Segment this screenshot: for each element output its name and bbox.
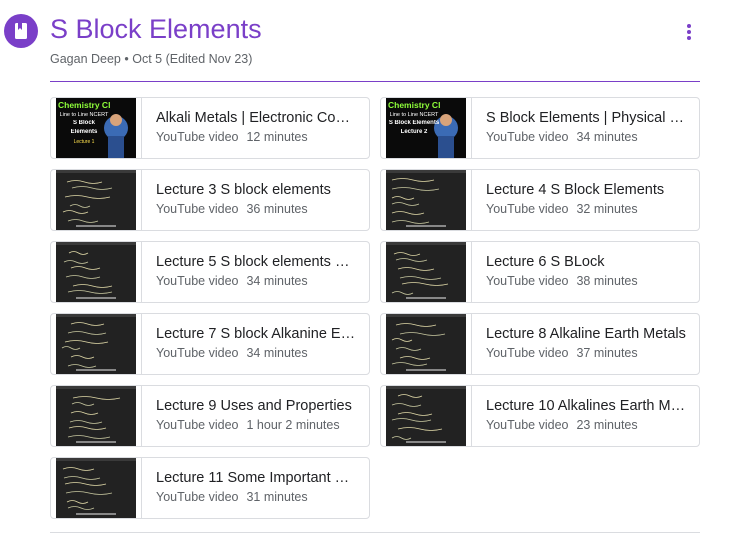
material-type: YouTube video (156, 130, 239, 144)
card-divider (141, 98, 142, 158)
material-card[interactable]: Lecture 10 Alkalines Earth Metals YouTube… (380, 385, 700, 447)
material-title[interactable]: Lecture 5 S block elements and compounds (156, 254, 356, 270)
material-type: YouTube video (156, 490, 239, 504)
thumbnail-text: Line to Line NCERT (389, 112, 439, 118)
footer-divider (50, 532, 700, 533)
material-title[interactable]: Lecture 8 Alkaline Earth Metals (486, 326, 686, 342)
material-subtitle: YouTube video 38 minutes (486, 274, 638, 288)
material-title[interactable]: Lecture 6 S BLock (486, 254, 686, 270)
card-divider (141, 458, 142, 518)
material-card[interactable]: Lecture 11 Some Important Compounds YouTu… (50, 457, 370, 519)
video-thumbnail[interactable] (386, 242, 466, 302)
thumbnail-text: S Block Elements (388, 120, 440, 126)
video-thumbnail[interactable]: Chemistry Class 11th Line to Line NCERT S … (386, 98, 466, 158)
thumbnail-text: Elements (70, 129, 98, 135)
material-card[interactable]: Lecture 4 S Block Elements YouTube video 3… (380, 169, 700, 231)
material-type: YouTube video (156, 202, 239, 216)
video-thumbnail[interactable] (56, 458, 136, 518)
material-subtitle: YouTube video 12 minutes (156, 130, 308, 144)
material-subtitle: YouTube video 32 minutes (486, 202, 638, 216)
card-divider (471, 170, 472, 230)
material-duration: 36 minutes (246, 202, 308, 216)
more-vert-icon-dot (687, 36, 691, 40)
material-duration: 12 minutes (246, 130, 308, 144)
material-subtitle: YouTube video 36 minutes (156, 202, 308, 216)
material-subtitle: YouTube video 37 minutes (486, 346, 638, 360)
card-divider (471, 98, 472, 158)
assignment-badge (4, 14, 38, 48)
video-thumbnail[interactable] (386, 170, 466, 230)
card-divider (141, 242, 142, 302)
material-title[interactable]: Alkali Metals | Electronic Configuration (156, 110, 356, 126)
video-thumbnail[interactable] (56, 242, 136, 302)
video-thumbnail[interactable] (386, 386, 466, 446)
book-icon (15, 23, 27, 39)
material-title[interactable]: Lecture 7 S block Alkanine Earth Metals (156, 326, 356, 342)
video-thumbnail[interactable] (56, 386, 136, 446)
material-subtitle: YouTube video 31 minutes (156, 490, 308, 504)
material-type: YouTube video (156, 274, 239, 288)
card-divider (471, 242, 472, 302)
material-card[interactable]: Chemistry Class 11th Line to Line NCERT S … (50, 97, 370, 159)
more-vert-icon-dot (687, 30, 691, 34)
material-title[interactable]: Lecture 9 Uses and Properties (156, 398, 356, 414)
material-card[interactable]: Lecture 3 S block elements YouTube video 3… (50, 169, 370, 231)
material-duration: 1 hour 2 minutes (246, 418, 340, 432)
page-title: S Block Elements (50, 14, 262, 44)
material-subtitle: YouTube video 23 minutes (486, 418, 638, 432)
material-subtitle: YouTube video 34 minutes (156, 274, 308, 288)
material-duration: 32 minutes (576, 202, 638, 216)
material-type: YouTube video (486, 130, 569, 144)
video-thumbnail[interactable] (56, 314, 136, 374)
card-divider (141, 170, 142, 230)
material-card[interactable]: Lecture 7 S block Alkanine Earth Metals Y… (50, 313, 370, 375)
video-thumbnail[interactable]: Chemistry Class 11th Line to Line NCERT S … (56, 98, 136, 158)
material-type: YouTube video (486, 274, 569, 288)
material-card[interactable]: Lecture 6 S BLock YouTube video 38 minutes (380, 241, 700, 303)
material-title[interactable]: S Block Elements | Physical Properties (486, 110, 686, 126)
thumbnail-text: Lecture 2 (400, 129, 428, 135)
post-date: Oct 5 (Edited Nov 23) (132, 52, 253, 66)
thumbnail-text: Lecture 1 (73, 139, 95, 145)
material-duration: 23 minutes (576, 418, 638, 432)
video-thumbnail[interactable] (56, 170, 136, 230)
card-divider (141, 314, 142, 374)
material-card[interactable]: Lecture 8 Alkaline Earth Metals YouTube v… (380, 313, 700, 375)
material-duration: 37 minutes (576, 346, 638, 360)
material-subtitle: YouTube video 1 hour 2 minutes (156, 418, 340, 432)
thumbnail-text: S Block (72, 120, 95, 126)
card-divider (141, 386, 142, 446)
card-divider (471, 314, 472, 374)
material-type: YouTube video (486, 202, 569, 216)
post-header: S Block Elements Gagan Deep • Oct 5 (Edi… (0, 0, 731, 84)
material-type: YouTube video (156, 418, 239, 432)
material-title[interactable]: Lecture 3 S block elements (156, 182, 356, 198)
video-thumbnail[interactable] (386, 314, 466, 374)
material-title[interactable]: Lecture 4 S Block Elements (486, 182, 686, 198)
material-duration: 34 minutes (576, 130, 638, 144)
more-vert-icon-dot (687, 24, 691, 28)
material-subtitle: YouTube video 34 minutes (156, 346, 308, 360)
material-title[interactable]: Lecture 11 Some Important Compounds (156, 470, 356, 486)
material-type: YouTube video (156, 346, 239, 360)
material-subtitle: YouTube video 34 minutes (486, 130, 638, 144)
material-duration: 38 minutes (576, 274, 638, 288)
more-options-button[interactable] (678, 20, 700, 44)
material-duration: 34 minutes (246, 274, 308, 288)
post-meta: Gagan Deep • Oct 5 (Edited Nov 23) (50, 52, 252, 66)
material-card[interactable]: Lecture 9 Uses and Properties YouTube vid… (50, 385, 370, 447)
author-name: Gagan Deep (50, 52, 121, 66)
card-divider (471, 386, 472, 446)
material-type: YouTube video (486, 346, 569, 360)
material-title[interactable]: Lecture 10 Alkalines Earth Metals (486, 398, 686, 414)
material-card[interactable]: Chemistry Class 11th Line to Line NCERT S … (380, 97, 700, 159)
material-duration: 34 minutes (246, 346, 308, 360)
material-duration: 31 minutes (246, 490, 308, 504)
material-type: YouTube video (486, 418, 569, 432)
thumbnail-text: Line to Line NCERT (59, 112, 109, 118)
thumbnail-text: Chemistry Class 11th (388, 100, 440, 110)
material-card[interactable]: Lecture 5 S block elements and compounds… (50, 241, 370, 303)
thumbnail-text: Chemistry Class 11th (58, 100, 110, 110)
header-divider (50, 81, 700, 82)
